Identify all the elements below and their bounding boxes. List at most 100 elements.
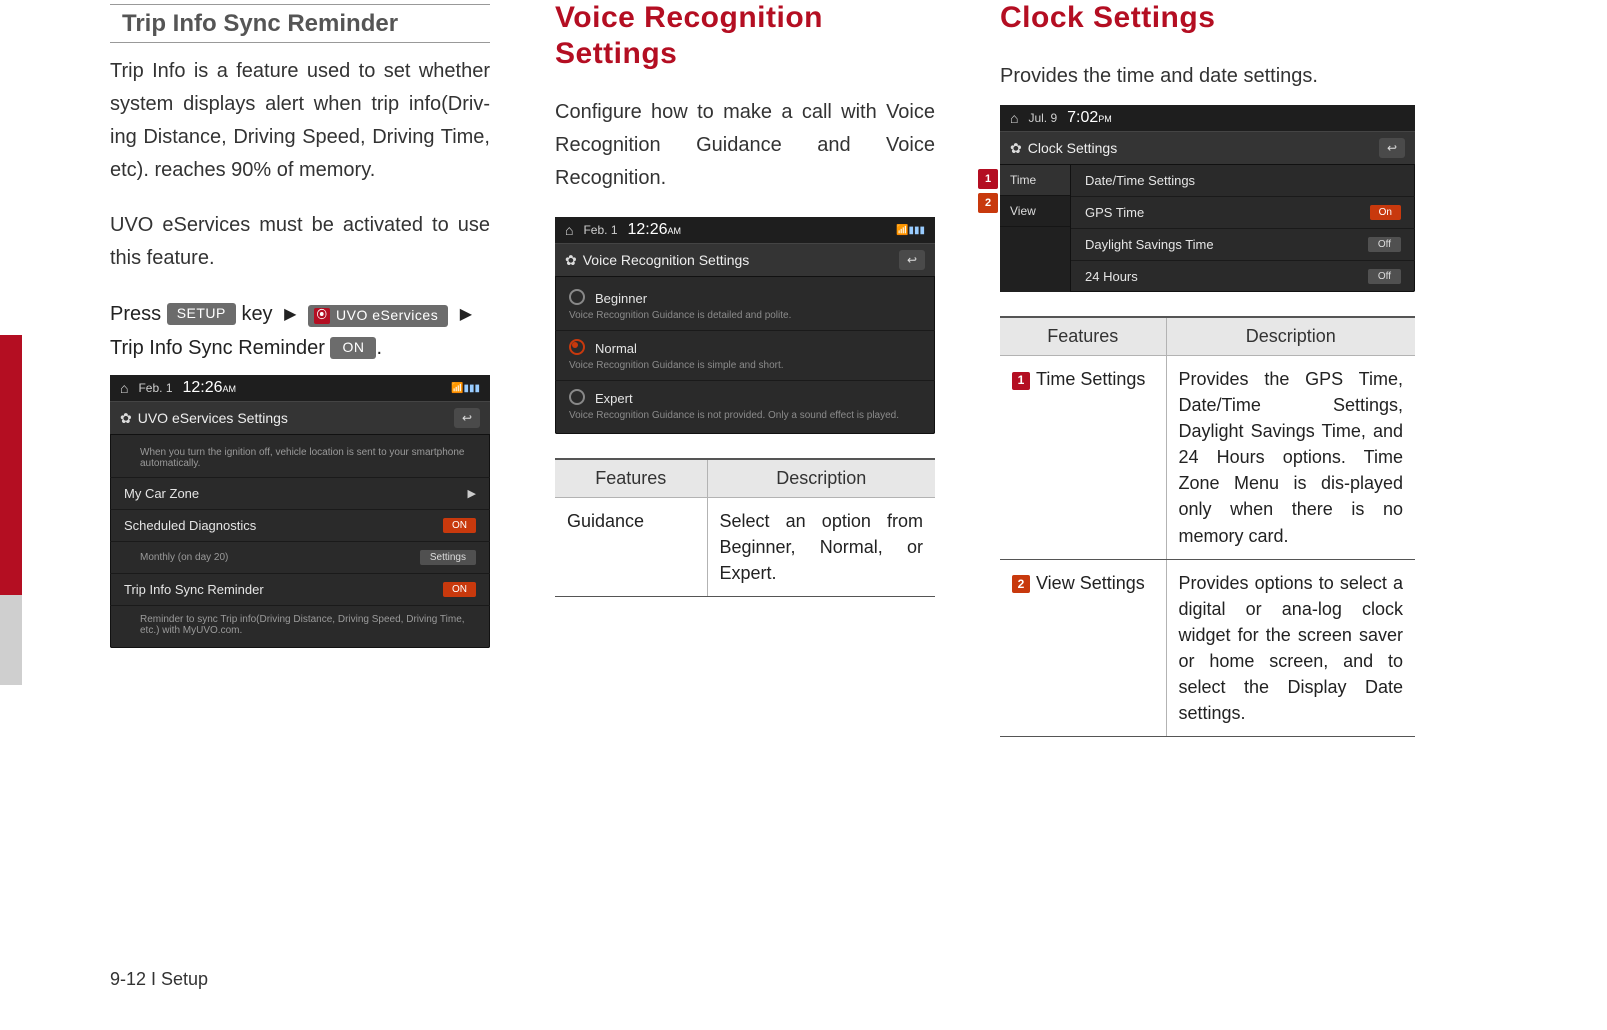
clock-features-table: Features Description 1Time Settings Prov… (1000, 316, 1415, 737)
td-feature: Guidance (555, 498, 707, 597)
table-row: 1 Time Settings Provides the GPS Time, Da… (1000, 356, 1415, 560)
status-date: Jul. 9 (1028, 111, 1057, 125)
subhead-bar: Trip Info Sync Reminder (110, 4, 490, 43)
callout-tabs: 1 2 (978, 169, 998, 213)
gear-icon: ✿ (1010, 140, 1022, 156)
radio-row-beginner: Beginner Voice Recognition Guidance is d… (555, 281, 935, 331)
row-24-hours: 24 HoursOff (1071, 261, 1415, 292)
feature-name: Time Settings (1036, 369, 1145, 389)
clock-paragraph-1: Provides the time and date settings. (1000, 60, 1415, 93)
key-word: key (241, 303, 272, 325)
back-icon: ↩ (1379, 138, 1405, 158)
status-ampm: PM (1098, 114, 1112, 124)
back-icon: ↩ (454, 408, 480, 428)
settings-chip: Settings (420, 550, 476, 565)
off-chip: Off (1368, 237, 1401, 252)
row-scheduled-diagnostics-sub: Monthly (on day 20) Settings (110, 542, 490, 574)
th-description: Description (707, 459, 935, 498)
th-features: Features (555, 459, 707, 498)
status-time: 12:26 (183, 379, 223, 396)
row-label: Trip Info Sync Reminder (124, 582, 264, 597)
callout-number-1: 1 (1012, 372, 1030, 390)
on-chip: ON (443, 582, 476, 597)
screenshot-title-bar: ✿ Clock Settings ↩ (1000, 131, 1415, 165)
uvo-settings-screenshot: ⌂ Feb. 1 12:26AM 📶▮▮▮ ✿UVO eServices Set… (110, 375, 490, 648)
home-icon: ⌂ (1010, 110, 1018, 126)
radio-row-expert: Expert Voice Recognition Guidance is not… (555, 381, 935, 430)
tab-view: View (1000, 196, 1070, 227)
signal-icon: 📶▮▮▮ (451, 383, 480, 394)
row-scheduled-diagnostics: Scheduled Diagnostics ON (110, 510, 490, 542)
radio-sub: Voice Recognition Guidance is simple and… (569, 359, 921, 372)
callout-tab-1: 1 (978, 169, 998, 189)
td-feature: 1 Time Settings (1000, 356, 1166, 560)
radio-label: Beginner (595, 291, 647, 306)
row-gps-time: GPS Time On (1071, 197, 1415, 229)
voice-settings-screenshot: ⌂ Feb. 1 12:26AM 📶▮▮▮ ✿ Voice Recognition… (555, 217, 935, 434)
radio-row-normal: Normal Voice Recognition Guidance is sim… (555, 331, 935, 381)
radio-sub: Voice Recognition Guidance is detailed a… (569, 309, 921, 322)
screenshot-title: UVO eServices Settings (138, 410, 288, 426)
td-feature: 2View Settings (1000, 559, 1166, 737)
gear-icon: ✿ (565, 252, 577, 268)
page-footer: 9-12 I Setup (110, 969, 208, 990)
row-label: My Car Zone (124, 486, 199, 501)
page-edge-tabs (0, 0, 22, 685)
row-label: Date/Time Settings (1085, 173, 1195, 188)
column-voice-recognition: Voice Recognition Settings Configure how… (555, 0, 935, 737)
radio-icon-selected (569, 339, 585, 355)
radio-icon (569, 289, 585, 305)
signal-icon: 📶▮▮▮ (896, 225, 925, 236)
trip-info-paragraph-1: Trip Info is a feature used to set wheth… (110, 55, 490, 187)
clock-left-tabs: Time View (1000, 165, 1071, 292)
status-ampm: AM (223, 384, 237, 394)
td-description: Provides the GPS Time, Date/Time Setting… (1166, 356, 1415, 560)
th-description: Description (1166, 317, 1415, 356)
voice-paragraph-1: Configure how to make a call with Voice … (555, 96, 935, 195)
screenshot-title-bar: ✿ UVO eServices Settings ↩ (110, 401, 490, 435)
setup-key-pill: SETUP (167, 303, 236, 325)
screenshot-body: Time View Date/Time Settings GPS TimeOn … (1000, 165, 1415, 292)
screenshot-title: Voice Recognition Settings (583, 252, 750, 268)
uvo-icon: ⦿ (314, 308, 330, 324)
home-icon: ⌂ (565, 222, 573, 238)
page-tab-spacer (0, 0, 22, 335)
radio-label: Expert (595, 391, 633, 406)
row-trip-info-sync-sub: Reminder to sync Trip info(Driving Dista… (110, 606, 490, 644)
gear-icon: ✿ (120, 410, 132, 426)
status-date: Feb. 1 (583, 223, 617, 237)
on-chip: On (1370, 205, 1401, 220)
row-label: GPS Time (1085, 205, 1144, 220)
row-label: Scheduled Diagnostics (124, 518, 256, 533)
screenshot-status-bar: ⌂ Feb. 1 12:26AM 📶▮▮▮ (555, 217, 935, 243)
screenshot-body: When you turn the ignition off, vehicle … (110, 435, 490, 648)
screenshot-title: Clock Settings (1028, 140, 1117, 156)
screenshot-body: Beginner Voice Recognition Guidance is d… (555, 277, 935, 434)
press-instruction: Press SETUP key ▶ ⦿ UVO eServices ▶ Trip… (110, 297, 490, 365)
row-sub-label: Monthly (on day 20) (140, 552, 228, 563)
row-daylight-savings: Daylight Savings TimeOff (1071, 229, 1415, 261)
status-time: 7:02 (1067, 109, 1098, 126)
page-tab-active (0, 335, 22, 595)
status-time: 12:26 (628, 221, 668, 238)
section-title-voice: Voice Recognition Settings (555, 0, 935, 72)
table-row: Guidance Select an option from Beginner,… (555, 498, 935, 597)
tab-empty (1000, 227, 1070, 291)
status-ampm: AM (668, 226, 682, 236)
radio-label: Normal (595, 341, 637, 356)
on-pill: ON (330, 337, 376, 359)
section-title-clock: Clock Settings (1000, 0, 1415, 36)
voice-features-table: Features Description Guidance Select an … (555, 458, 935, 597)
arrow-icon: ▶ (460, 301, 472, 328)
row-label: 24 Hours (1085, 269, 1138, 284)
on-chip: ON (443, 518, 476, 533)
feature-name: View Settings (1036, 573, 1145, 593)
row-date-time: Date/Time Settings (1071, 165, 1415, 197)
radio-sub: Voice Recognition Guidance is not provid… (569, 409, 921, 422)
td-description: Select an option from Beginner, Normal, … (707, 498, 935, 597)
table-row: 2View Settings Provides options to selec… (1000, 559, 1415, 737)
screenshot-status-bar: ⌂ Jul. 9 7:02PM (1000, 105, 1415, 131)
press-word: Press (110, 303, 161, 325)
callout-tab-2: 2 (978, 193, 998, 213)
press-line2-pre: Trip Info Sync Reminder (110, 337, 325, 359)
